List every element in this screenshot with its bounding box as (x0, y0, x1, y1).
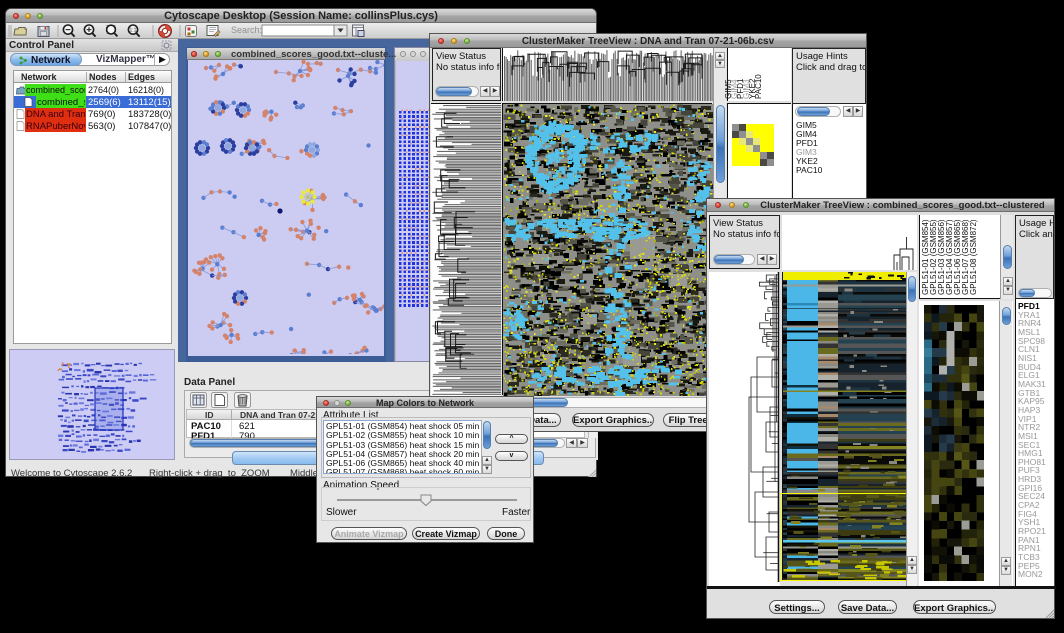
svg-text:1:1: 1:1 (130, 28, 137, 34)
svg-text:Search:: Search: (231, 25, 262, 35)
